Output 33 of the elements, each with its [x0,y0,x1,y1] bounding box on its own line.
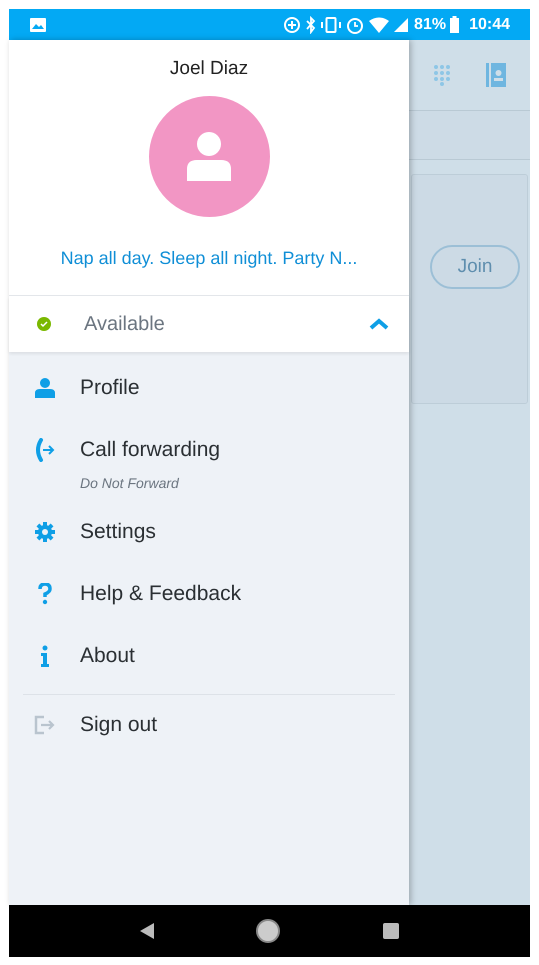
battery-percent: 81% [414,14,446,34]
menu-item[interactable]: Sign out [9,695,409,757]
sign-out-icon [34,715,56,735]
person-icon [187,131,231,181]
battery-icon [450,16,460,33]
menu-subtitle: Do Not Forward [80,474,180,493]
presence-row[interactable]: Available [9,296,409,352]
info-icon [40,645,50,667]
contacts-icon[interactable] [486,63,506,87]
settings-icon [35,522,55,542]
recents-icon[interactable] [383,923,400,939]
vibrate-icon [321,16,342,34]
question-mark-icon [38,583,52,605]
person-icon [35,378,55,398]
menu-item[interactable]: Profile [9,358,409,420]
mood-message[interactable]: Nap all day. Sleep all night. Party N... [60,244,358,272]
menu-item[interactable]: About [9,626,409,688]
back-icon[interactable] [140,923,154,939]
signal-icon [394,18,408,32]
phone-arrow-icon [35,438,55,462]
menu-item[interactable]: Call forwarding Do Not Forward [9,420,409,502]
home-icon[interactable] [255,918,282,944]
image-icon [29,16,47,32]
user-name: Joel Diaz [170,57,248,81]
menu-item[interactable]: Settings [9,502,409,564]
alarm-icon [346,16,364,34]
bluetooth-icon [306,16,316,34]
presence-label: Available [84,312,165,337]
wifi-icon [369,16,390,32]
chevron-icon[interactable] [369,318,389,330]
menu-item[interactable]: Help & Feedback [9,564,409,626]
clock: 10:44 [469,14,510,34]
data-saver-icon [283,16,302,34]
